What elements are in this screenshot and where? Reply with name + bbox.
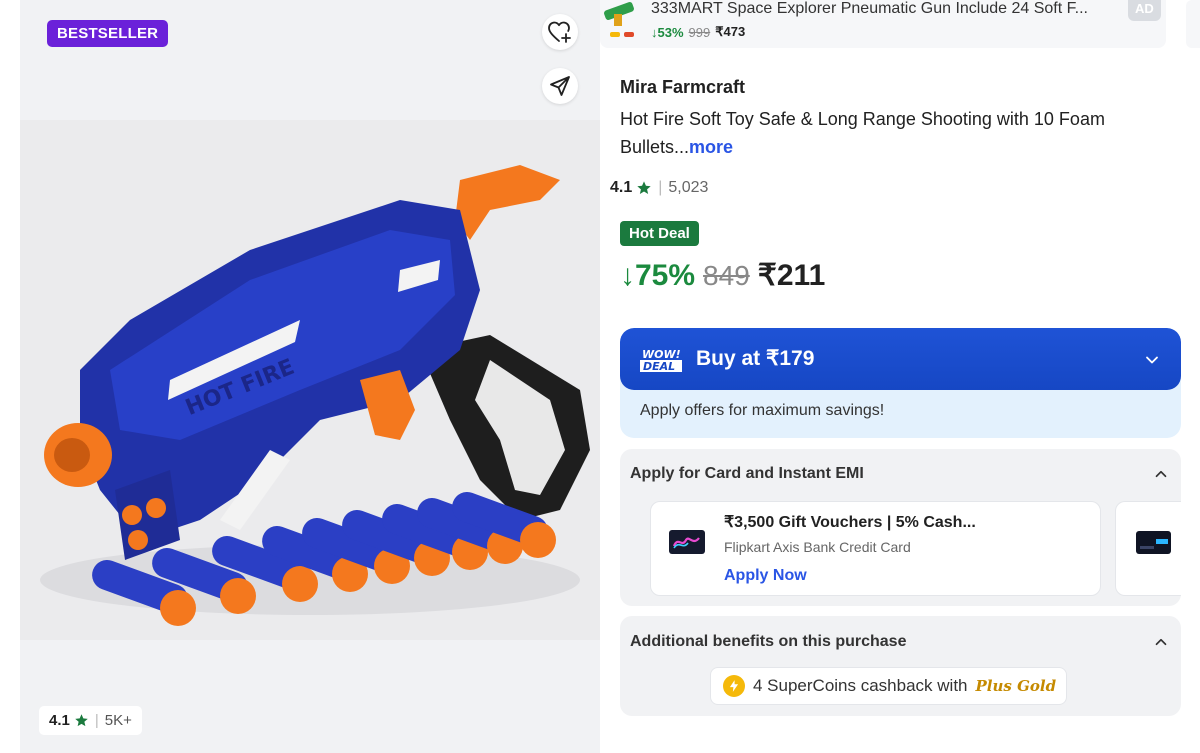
mrp-price: 849 (703, 259, 750, 291)
image-rating-count: 5K+ (104, 712, 132, 729)
share-button[interactable] (542, 68, 578, 104)
gallery-edge (0, 0, 20, 753)
selling-price: ₹211 (757, 259, 826, 292)
star-icon (637, 181, 651, 194)
rating-divider: | (94, 712, 99, 729)
discount-percent: ↓75% (620, 258, 696, 292)
heart-plus-icon (548, 21, 571, 43)
hot-deal-badge: Hot Deal (620, 221, 699, 246)
image-rating-value: 4.1 (49, 712, 70, 729)
star-icon (75, 714, 88, 727)
supercoin-icon (723, 675, 745, 697)
apply-now-link[interactable]: Apply Now (724, 567, 807, 585)
image-rating-pill: 4.1 | 5K+ (39, 706, 142, 735)
chevron-up-icon[interactable] (1152, 465, 1170, 483)
product-rating[interactable]: 4.1 | 5,023 (610, 179, 708, 197)
more-link[interactable]: more (689, 137, 733, 157)
brand-name[interactable]: Mira Farmcraft (620, 77, 745, 98)
product-title: Hot Fire Soft Toy Safe & Long Range Shoo… (620, 105, 1170, 161)
wishlist-button[interactable] (542, 14, 578, 50)
ad-title: 333MART Space Explorer Pneumatic Gun Inc… (651, 0, 1088, 17)
ad-discount: ↓53% (651, 24, 684, 40)
product-page: BESTSELLER HOT FIRE 4.1 | 5K+ 333MART Sp… (0, 0, 1200, 753)
chevron-down-icon[interactable] (1142, 350, 1162, 370)
share-arrow-icon (550, 76, 570, 96)
wow-deal-card[interactable]: WOW! DEAL Buy at ₹179 Apply offers for m… (620, 328, 1181, 438)
sponsored-ad-card[interactable]: 333MART Space Explorer Pneumatic Gun Inc… (600, 0, 1166, 48)
offer-bank: Flipkart Axis Bank Credit Card (724, 539, 911, 555)
next-offer-tile[interactable] (1115, 501, 1181, 596)
supercoins-benefit[interactable]: 4 SuperCoins cashback with Plus Gold (710, 667, 1068, 705)
ad-mrp: 999 (688, 24, 711, 40)
rating-divider: | (658, 179, 663, 196)
ad-product-thumbnail (604, 2, 634, 37)
ad-price: ₹473 (715, 24, 746, 39)
supercoins-text: 4 SuperCoins cashback with (753, 676, 968, 695)
price-row: ↓75% 849 ₹211 (620, 258, 825, 293)
wow-deal-subtext: Apply offers for maximum savings! (640, 402, 885, 419)
svg-text:DEAL: DEAL (643, 360, 675, 373)
bestseller-badge: BESTSELLER (47, 20, 169, 47)
card-emi-section: Apply for Card and Instant EMI ₹3,500 Gi… (620, 449, 1181, 606)
rating-value: 4.1 (610, 179, 633, 196)
plus-gold-label: Plus Gold (975, 677, 1057, 695)
ad-label: AD (1128, 0, 1161, 21)
rating-count: 5,023 (668, 179, 709, 196)
additional-benefits-section: Additional benefits on this purchase 4 S… (620, 616, 1181, 716)
chevron-up-icon[interactable] (1152, 633, 1170, 651)
product-gallery[interactable]: BESTSELLER HOT FIRE 4.1 | 5K+ (20, 0, 600, 753)
card-offer-tile[interactable]: ₹3,500 Gift Vouchers | 5% Cash... Flipka… (650, 501, 1101, 596)
offer-title: ₹3,500 Gift Vouchers | 5% Cash... (724, 514, 976, 531)
emi-heading: Apply for Card and Instant EMI (630, 465, 864, 482)
credit-card-icon (1136, 531, 1171, 554)
next-ad-peek[interactable] (1186, 0, 1200, 48)
product-image[interactable]: HOT FIRE (20, 120, 600, 640)
wow-deal-logo: WOW! DEAL (640, 348, 682, 373)
wow-deal-header[interactable]: WOW! DEAL Buy at ₹179 (620, 328, 1181, 390)
credit-card-icon (669, 530, 705, 554)
ad-price-row: ↓53% 999 ₹473 (651, 24, 745, 40)
wow-deal-price: Buy at ₹179 (696, 347, 815, 370)
benefits-heading: Additional benefits on this purchase (630, 633, 907, 650)
